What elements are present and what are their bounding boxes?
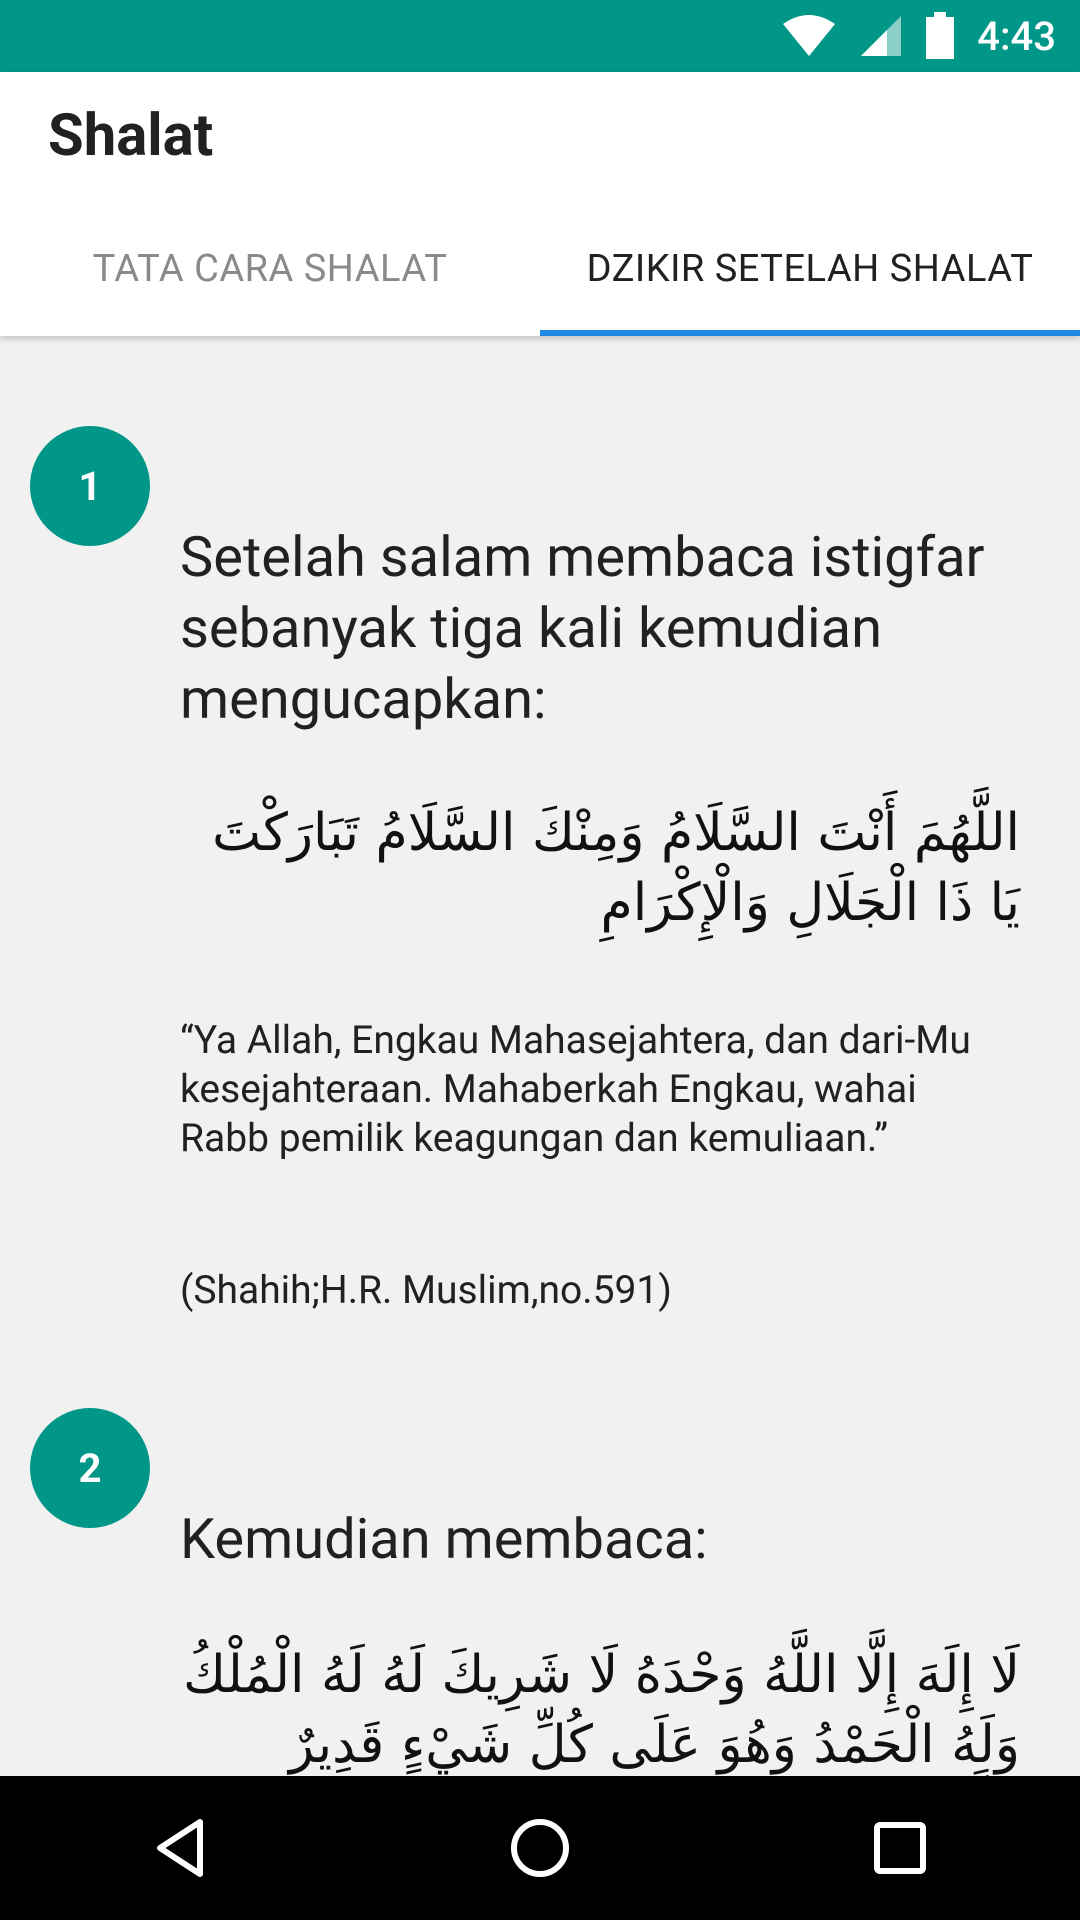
tab-dzikir-setelah-shalat[interactable]: DZIKIR SETELAH SHALAT — [540, 202, 1080, 336]
battery-icon — [925, 12, 955, 60]
home-button[interactable] — [480, 1788, 600, 1908]
recents-button[interactable] — [840, 1788, 960, 1908]
translation-text: “Ya Allah, Engkau Mahasejahtera, dan dar… — [180, 1017, 971, 1161]
wifi-icon — [781, 14, 837, 58]
signal-icon — [859, 14, 903, 58]
status-time: 4:43 — [977, 12, 1056, 60]
home-icon — [511, 1819, 569, 1877]
back-icon — [157, 1819, 203, 1877]
dzikir-list[interactable]: 1 Setelah salam membaca istigfar sebanya… — [0, 336, 1080, 1776]
arabic-text: اللَّهُمَ أَنْتَ السَّلَامُ وَمِنْكَ الس… — [212, 803, 1020, 933]
step-heading: Kemudian membaca: — [180, 1506, 708, 1572]
hadith-source: (Shahih;H.R. Muslim,no.591) — [180, 1267, 672, 1313]
back-button[interactable] — [120, 1788, 240, 1908]
arabic-text: لَا إِلَهَ إِلَّا اللَّهُ وَحْدَهُ لَا ش… — [183, 1645, 1020, 1775]
step-number-badge: 1 — [30, 426, 150, 546]
tab-bar: TATA CARA SHALAT DZIKIR SETELAH SHALAT — [0, 202, 1080, 336]
app-bar: Shalat TATA CARA SHALAT DZIKIR SETELAH S… — [0, 72, 1080, 336]
step-heading: Setelah salam membaca istigfar sebanyak … — [180, 524, 985, 732]
step-number-badge: 2 — [30, 1408, 150, 1528]
tab-tata-cara-shalat[interactable]: TATA CARA SHALAT — [0, 202, 540, 336]
status-bar: 4:43 — [0, 0, 1080, 72]
app-title: Shalat — [48, 102, 214, 170]
navigation-bar — [0, 1776, 1080, 1920]
recents-icon — [874, 1822, 926, 1874]
